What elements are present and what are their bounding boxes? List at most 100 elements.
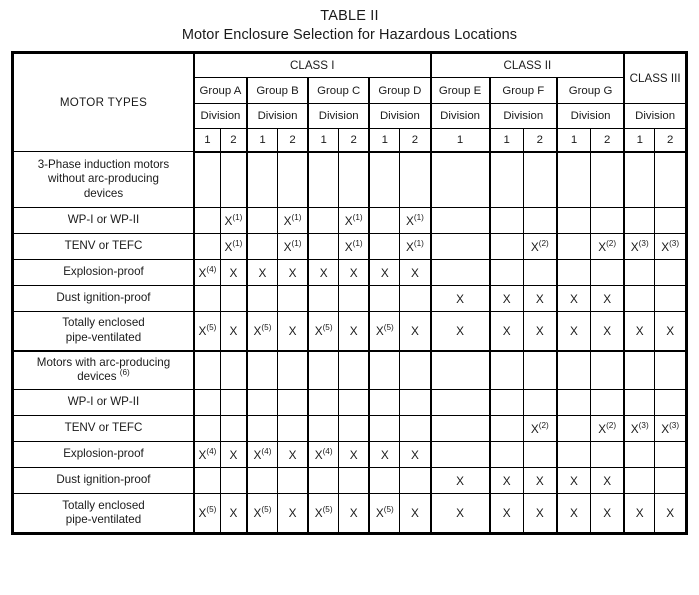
cell-mark: X(1) — [338, 207, 371, 234]
cell-mark: X — [489, 285, 524, 312]
cell-mark — [368, 415, 401, 442]
cell-mark: X(3) — [654, 415, 686, 442]
cell-mark: X — [590, 285, 626, 312]
cell-mark — [277, 285, 310, 312]
cell-mark — [277, 415, 310, 442]
cell-mark — [277, 350, 310, 390]
cell-mark — [399, 389, 432, 416]
group-header-f: Group F — [489, 77, 558, 104]
division-number-class-ii-group-f-div-1: 1 — [489, 128, 524, 153]
cell-mark: X(5) — [193, 311, 221, 352]
division-number-class-iii-div-2: 2 — [654, 128, 686, 153]
cell-mark — [399, 285, 432, 312]
cell-mark: X(2) — [522, 415, 558, 442]
table-title: Motor Enclosure Selection for Hazardous … — [181, 27, 518, 43]
cell-mark — [489, 207, 524, 234]
motor-enclosure-table: MOTOR TYPES CLASS I CLASS II CLASS III G… — [12, 53, 687, 533]
row-label: Explosion-proof — [12, 259, 195, 286]
table-page: TABLE II Motor Enclosure Selection for H… — [0, 0, 699, 595]
cell-mark: X — [489, 311, 524, 352]
cell-mark: X — [522, 467, 558, 494]
table-row: Explosion-proof X(4) X X X X X X X — [12, 259, 686, 286]
cell-mark — [654, 151, 686, 208]
cell-mark — [399, 467, 432, 494]
cell-mark — [193, 415, 221, 442]
cell-mark — [193, 389, 221, 416]
cell-mark — [654, 259, 686, 286]
cell-mark — [338, 389, 371, 416]
cell-mark: X(3) — [654, 233, 686, 260]
table-row: Explosion-proof X(4) X X(4) X X(4) X X X — [12, 441, 686, 468]
cell-mark — [556, 350, 592, 390]
cell-mark — [556, 415, 592, 442]
table-row: Dust ignition-proof X X X X X — [12, 467, 686, 494]
cell-mark: X — [246, 259, 279, 286]
cell-mark: X — [219, 311, 248, 352]
cell-mark: X(1) — [399, 233, 432, 260]
cell-mark: X — [399, 441, 432, 468]
cell-mark — [338, 467, 371, 494]
cell-mark — [556, 441, 592, 468]
cell-mark: X(4) — [307, 441, 340, 468]
cell-mark — [489, 441, 524, 468]
cell-mark — [556, 151, 592, 208]
cell-mark: X(2) — [590, 233, 626, 260]
cell-mark — [590, 350, 626, 390]
cell-mark — [654, 350, 686, 390]
cell-mark — [193, 350, 221, 390]
table-row: TENV or TEFC X(1) X(1) X(1) X(1) X(2) X(2) X(3)… — [12, 233, 686, 260]
group-header-a: Group A — [193, 77, 248, 104]
cell-mark — [522, 350, 558, 390]
motor-types-header: MOTOR TYPES — [12, 53, 195, 152]
cell-mark — [590, 259, 626, 286]
cell-mark — [246, 285, 279, 312]
cell-mark: X — [623, 493, 656, 533]
class-header-class-i: CLASS I — [193, 53, 432, 78]
cell-mark: X(1) — [399, 207, 432, 234]
table-row: WP-I or WP-II — [12, 389, 686, 416]
cell-mark — [430, 259, 491, 286]
cell-mark: X — [368, 441, 401, 468]
cell-mark — [246, 233, 279, 260]
cell-mark — [430, 441, 491, 468]
cell-mark — [489, 350, 524, 390]
cell-mark: X — [219, 259, 248, 286]
cell-mark — [654, 207, 686, 234]
row-label: Motors with arc-producing devices (6) — [12, 350, 195, 390]
cell-mark: X(5) — [246, 311, 279, 352]
cell-mark — [368, 207, 401, 234]
cell-mark — [193, 151, 221, 208]
cell-mark: X — [307, 259, 340, 286]
division-number-class-ii-group-g-div-2: 2 — [590, 128, 626, 153]
cell-mark: X — [338, 311, 371, 352]
cell-mark — [654, 441, 686, 468]
table-row: 3-Phase induction motors without arc-prod… — [12, 151, 686, 208]
cell-mark — [430, 151, 491, 208]
cell-mark — [193, 467, 221, 494]
division-number-class-ii-group-f-div-2: 2 — [522, 128, 558, 153]
cell-mark — [219, 389, 248, 416]
cell-mark — [489, 233, 524, 260]
cell-mark: X(1) — [338, 233, 371, 260]
cell-mark — [430, 389, 491, 416]
cell-mark: X(3) — [623, 415, 656, 442]
cell-mark — [193, 233, 221, 260]
cell-mark — [590, 207, 626, 234]
cell-mark — [522, 259, 558, 286]
cell-mark — [556, 233, 592, 260]
cell-mark: X(5) — [307, 493, 340, 533]
division-number-class-i-group-a-div-2: 2 — [219, 128, 248, 153]
cell-mark — [307, 415, 340, 442]
cell-mark — [556, 207, 592, 234]
cell-mark — [246, 207, 279, 234]
division-header-d: Division — [368, 103, 432, 129]
cell-mark: X — [277, 311, 310, 352]
cell-mark: X — [430, 493, 491, 533]
cell-mark: X — [489, 493, 524, 533]
cell-mark: X — [489, 467, 524, 494]
cell-mark — [246, 389, 279, 416]
cell-mark: X(5) — [246, 493, 279, 533]
group-header-e: Group E — [430, 77, 491, 104]
cell-mark — [556, 389, 592, 416]
cell-mark: X — [556, 467, 592, 494]
